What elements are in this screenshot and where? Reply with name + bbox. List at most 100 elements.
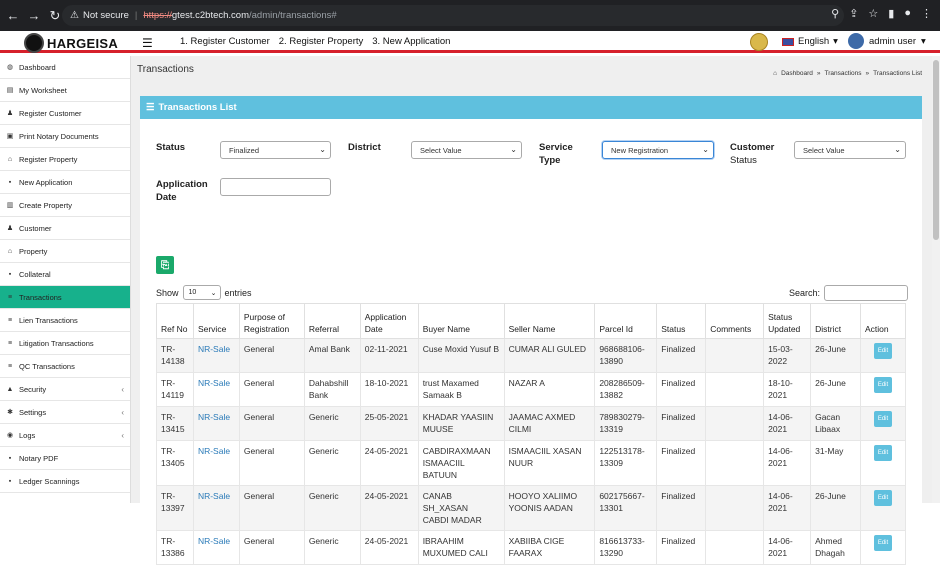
reload-icon[interactable]: ↻ — [47, 8, 63, 24]
table-row[interactable]: TR- 13405 NR-Sale General Generic 24-05-2021 C… — [156, 440, 906, 486]
cell-district: 26-June — [810, 485, 861, 531]
edit-button[interactable]: Edit — [873, 377, 893, 393]
column-header[interactable]: Ref No — [156, 303, 194, 339]
table-row[interactable]: TR- 13415 NR-Sale General Generic 25-05-2021 K… — [156, 406, 906, 441]
app-logo[interactable]: HARGEISA — [24, 33, 118, 53]
column-header[interactable]: Comments — [705, 303, 765, 339]
breadcrumb-transactions[interactable]: Transactions — [825, 70, 862, 77]
hamburger-menu-icon[interactable]: ☰ — [142, 36, 153, 50]
entries-select[interactable]: 10 ⌄ — [182, 285, 221, 300]
cell-status: Finalized — [656, 485, 707, 531]
column-header[interactable]: Action — [860, 303, 906, 339]
sidebar-item-register-property[interactable]: ⌂ Register Property — [0, 148, 130, 171]
cell-district: Ahmed Dhagah — [810, 530, 861, 565]
cell-referral: Generic — [303, 440, 361, 486]
edit-button[interactable]: Edit — [873, 535, 893, 551]
sidebar-item-dashboard[interactable]: ◍ Dashboard — [0, 56, 130, 79]
table-row[interactable]: TR- 14119 NR-Sale General Dahabshill Bank 18-1… — [156, 372, 906, 407]
dashboard-icon: ◍ — [6, 64, 14, 71]
customer-status-select[interactable]: Select Value ⌄ — [794, 141, 906, 159]
cell-purpose: General — [238, 338, 305, 373]
sidebar-item-create-property[interactable]: ▥ Create Property — [0, 194, 130, 217]
sidebar-item-label: Register Property — [19, 154, 78, 164]
top-nav-item[interactable]: 1. Register Customer — [180, 36, 270, 47]
cell-parcel: 122513178- 13309 — [594, 440, 658, 486]
column-header[interactable]: Status Updated — [763, 303, 812, 339]
service-link[interactable]: NR-Sale — [198, 412, 230, 422]
column-header[interactable]: Application Date — [359, 303, 419, 339]
cell-buyer: IBRAAHIM MUXUMED CALI — [417, 530, 505, 565]
customer-status-label: Customer Status — [730, 142, 775, 166]
address-bar[interactable]: ⚠ Not secure | https:// gtest.c2btech.co… — [62, 5, 844, 26]
sidebar-item-register-customer[interactable]: ♟ Register Customer — [0, 102, 130, 125]
top-nav-item[interactable]: 3. New Application — [372, 36, 450, 47]
back-icon[interactable]: ← — [5, 8, 21, 23]
column-header[interactable]: Service — [192, 303, 240, 339]
share-icon[interactable]: ⇪ — [849, 7, 858, 20]
edit-button[interactable]: Edit — [873, 445, 893, 461]
sidebar-item-litigation-transactions[interactable]: ≡ Litigation Transactions — [0, 332, 130, 355]
district-select[interactable]: Select Value ⌄ — [411, 141, 522, 159]
service-link[interactable]: NR-Sale — [198, 446, 230, 456]
table-body: TR- 14138 NR-Sale General Amal Bank 02-11-202… — [156, 338, 906, 565]
edit-button[interactable]: Edit — [873, 343, 893, 359]
sidebar-item-collateral[interactable]: ▪ Collateral — [0, 263, 130, 286]
column-header[interactable]: Buyer Name — [417, 303, 505, 339]
service-type-select[interactable]: New Registration ⌄ — [602, 141, 714, 159]
menu-dots-icon[interactable]: ⋮ — [921, 7, 932, 20]
table-row[interactable]: TR- 13386 NR-Sale General Generic 24-05-2021 I… — [156, 530, 906, 565]
service-link[interactable]: NR-Sale — [198, 378, 230, 388]
cell-district: 31-May — [810, 440, 861, 486]
status-select[interactable]: Finalized ⌄ — [220, 141, 331, 159]
cell-seller: XABIIBA CIGE FAARAX — [503, 530, 596, 565]
sidebar-item-notary-pdf[interactable]: ▪ Notary PDF — [0, 447, 130, 470]
profile-icon[interactable]: ● — [904, 7, 911, 20]
sidebar-item-new-application[interactable]: ▪ New Application — [0, 171, 130, 194]
column-header[interactable]: Seller Name — [503, 303, 596, 339]
breadcrumb-dashboard[interactable]: Dashboard — [781, 70, 813, 77]
sidebar-item-security[interactable]: ▲ Security ‹ — [0, 378, 130, 401]
column-header[interactable]: District — [810, 303, 861, 339]
sidebar-item-qc-transactions[interactable]: ≡ QC Transactions — [0, 355, 130, 378]
column-header[interactable]: Referral — [303, 303, 361, 339]
cell-app-date: 25-05-2021 — [359, 406, 419, 441]
table-row[interactable]: TR- 13397 NR-Sale General Generic 24-05-2021 C… — [156, 485, 906, 531]
top-nav-item[interactable]: 2. Register Property — [279, 36, 363, 47]
sidebar-item-lien-transactions[interactable]: ≡ Lien Transactions — [0, 309, 130, 332]
warning-icon: ⚠ — [70, 10, 79, 21]
sidebar-item-logs[interactable]: ◉ Logs ‹ — [0, 424, 130, 447]
sidebar-item-property[interactable]: ⌂ Property — [0, 240, 130, 263]
sidebar-item-customer[interactable]: ♟ Customer — [0, 217, 130, 240]
cell-parcel: 602175667- 13301 — [594, 485, 658, 531]
language-selector[interactable]: English ▾ — [782, 36, 838, 47]
file-icon: ▪ — [8, 477, 12, 485]
sidepanel-icon[interactable]: ▮ — [888, 7, 894, 20]
edit-button[interactable]: Edit — [873, 411, 893, 427]
service-link[interactable]: NR-Sale — [198, 344, 230, 354]
chevron-down-icon: ⌄ — [210, 289, 217, 297]
sidebar-item-ledger-scannings[interactable]: ▪ Ledger Scannings — [0, 470, 130, 493]
cell-purpose: General — [238, 530, 305, 565]
building-icon: ▥ — [6, 202, 14, 209]
sidebar-item-print-notary-documents[interactable]: ▣ Print Notary Documents — [0, 125, 130, 148]
export-excel-button[interactable]: ⎘ — [156, 256, 174, 274]
page-scrollbar[interactable] — [932, 56, 940, 503]
column-header[interactable]: Purpose of Registration — [238, 303, 305, 339]
sidebar-item-my-worksheet[interactable]: ▤ My Worksheet — [0, 79, 130, 102]
user-menu[interactable]: admin user ▾ — [848, 33, 926, 49]
sidebar-item-settings[interactable]: ✱ Settings ‹ — [0, 401, 130, 424]
search-input[interactable] — [824, 285, 909, 301]
column-header[interactable]: Status — [656, 303, 707, 339]
bookmark-star-icon[interactable]: ☆ — [868, 7, 878, 20]
cell-referral: Dahabshill Bank — [303, 372, 361, 407]
sidebar-item-transactions[interactable]: ≡ Transactions — [0, 286, 130, 309]
column-header[interactable]: Parcel Id — [594, 303, 658, 339]
application-date-input[interactable] — [220, 178, 331, 196]
table-search: Search: — [789, 285, 909, 301]
table-row[interactable]: TR- 14138 NR-Sale General Amal Bank 02-11-202… — [156, 338, 906, 373]
zoom-icon[interactable]: ⚲ — [831, 7, 839, 20]
forward-icon[interactable]: → — [26, 8, 42, 23]
service-link[interactable]: NR-Sale — [198, 491, 230, 501]
edit-button[interactable]: Edit — [873, 490, 893, 506]
service-link[interactable]: NR-Sale — [198, 536, 230, 546]
